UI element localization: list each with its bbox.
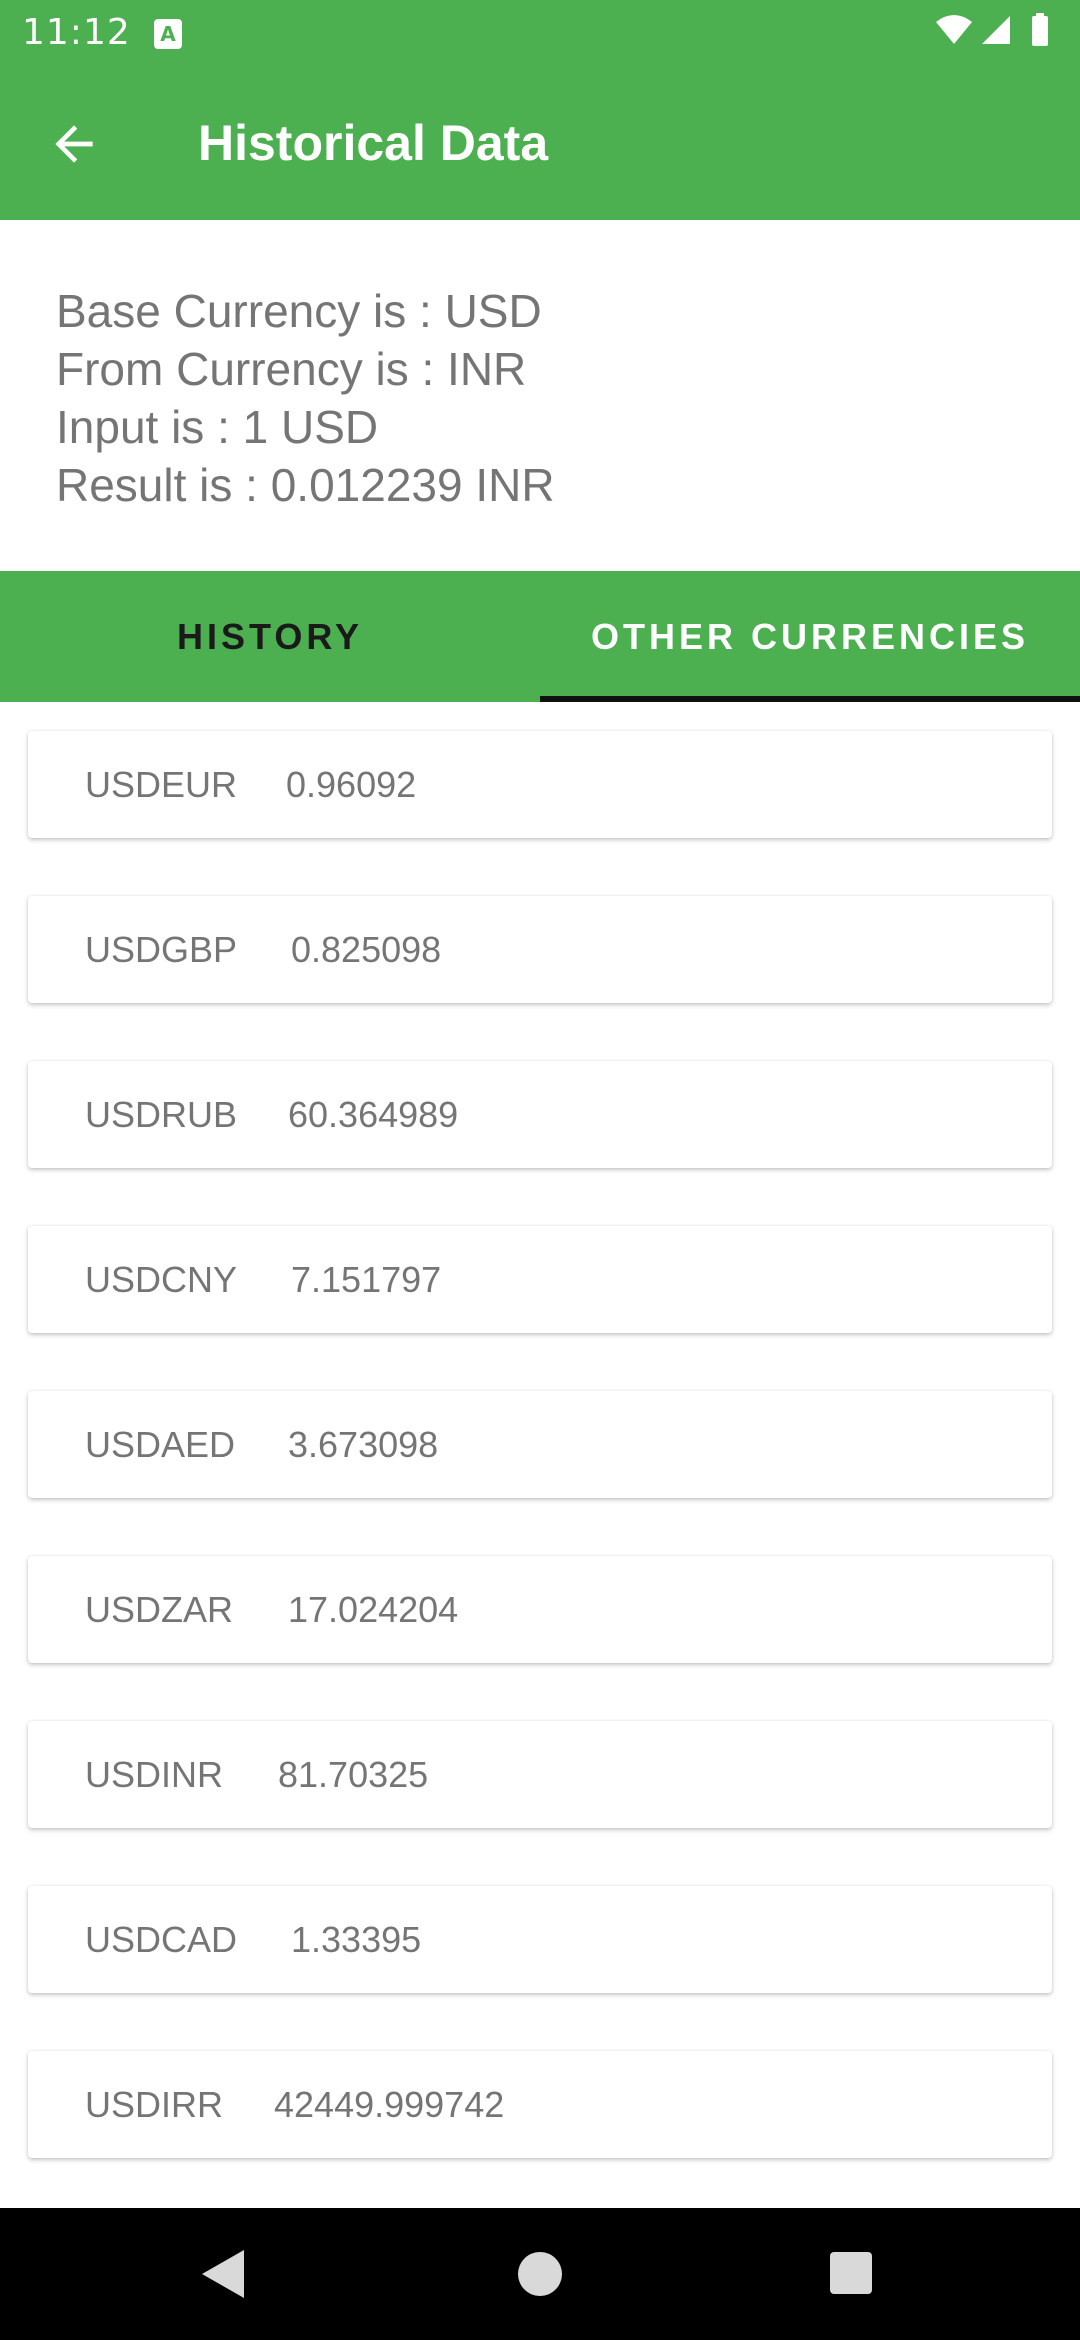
input-text: Input is : 1 USD (56, 401, 379, 453)
currency-rate: 7.151797 (291, 1259, 442, 1300)
app-bar: Historical Data (0, 66, 1080, 220)
list-item[interactable]: USDAED 3.673098 (28, 1391, 1052, 1498)
rates-list[interactable]: USDEUR 0.96092 USDGBP 0.825098 USDRUB 60… (0, 702, 1080, 2208)
list-item[interactable]: USDCAD 1.33395 (28, 1886, 1052, 1993)
list-item[interactable]: USDEUR 0.96092 (28, 731, 1052, 838)
currency-rate: 0.825098 (291, 929, 442, 970)
status-bar: 11:12 A (0, 0, 1080, 66)
status-icons (934, 12, 1058, 56)
currency-rate: 60.364989 (288, 1094, 459, 1135)
base-currency-text: Base Currency is : USD (56, 285, 542, 337)
currency-rate: 1.33395 (291, 1919, 422, 1960)
currency-pair: USDIRR (85, 2084, 224, 2125)
system-nav-bar (0, 2208, 1080, 2340)
currency-pair: USDRUB (85, 1094, 238, 1135)
currency-pair: USDCAD (85, 1919, 238, 1960)
nav-back-icon[interactable] (200, 2248, 246, 2300)
tab-bar: HISTORY OTHER CURRENCIES (0, 571, 1080, 702)
tab-other-currencies[interactable]: OTHER CURRENCIES (540, 571, 1080, 702)
a-icon: A (154, 19, 182, 49)
signal-icon (982, 16, 1010, 44)
tab-history[interactable]: HISTORY (0, 571, 540, 702)
conversion-info: Base Currency is : USD From Currency is … (0, 220, 1080, 570)
currency-pair: USDEUR (85, 764, 238, 805)
list-item[interactable]: USDZAR 17.024204 (28, 1556, 1052, 1663)
currency-rate: 42449.999742 (274, 2084, 505, 2125)
currency-rate: 3.673098 (288, 1424, 439, 1465)
nav-recents-icon[interactable] (830, 2252, 872, 2294)
list-item[interactable]: USDINR 81.70325 (28, 1721, 1052, 1828)
currency-rate: 81.70325 (278, 1754, 429, 1795)
list-item[interactable]: USDGBP 0.825098 (28, 896, 1052, 1003)
list-item[interactable]: USDCNY 7.151797 (28, 1226, 1052, 1333)
wifi-icon (936, 15, 972, 44)
currency-pair: USDGBP (85, 929, 238, 970)
currency-pair: USDCNY (85, 1259, 238, 1300)
status-time: 11:12 (22, 12, 131, 53)
list-item[interactable]: USDIRR 42449.999742 (28, 2051, 1052, 2158)
list-item[interactable]: USDRUB 60.364989 (28, 1061, 1052, 1168)
page-title: Historical Data (198, 115, 549, 171)
result-text: Result is : 0.012239 INR (56, 459, 555, 511)
arrow-left-icon[interactable] (46, 116, 102, 172)
from-currency-text: From Currency is : INR (56, 343, 527, 395)
battery-icon (1032, 13, 1048, 46)
currency-pair: USDZAR (85, 1589, 234, 1630)
currency-rate: 0.96092 (286, 764, 417, 805)
nav-home-icon[interactable] (518, 2252, 562, 2296)
currency-pair: USDINR (85, 1754, 224, 1795)
currency-rate: 17.024204 (288, 1589, 459, 1630)
currency-pair: USDAED (85, 1424, 236, 1465)
